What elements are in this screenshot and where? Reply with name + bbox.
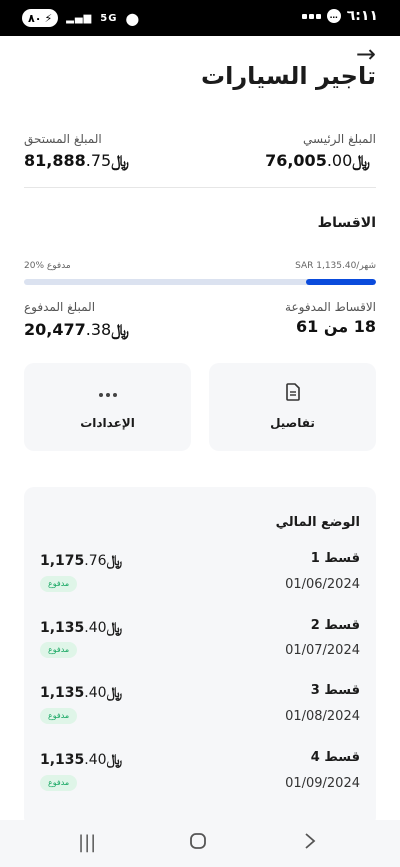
- status-bar: ٨٠ ⚡ ▂▄▆ 5G ● … ٦:١١: [0, 0, 400, 36]
- status-badge: مدفوع: [40, 775, 78, 791]
- due-amount: ﷼ 81,888.75: [24, 151, 135, 171]
- divider: [24, 187, 376, 188]
- signal-icon: ▂▄▆: [66, 12, 93, 24]
- due-label: المبلغ المستحق: [24, 132, 102, 146]
- installments-progress-bar: [24, 279, 376, 285]
- due-dec: .75: [85, 151, 112, 170]
- installments-title: الاقساط: [317, 215, 376, 231]
- system-nav-bar: |||: [0, 820, 400, 867]
- amount-int: 1,135: [40, 752, 85, 768]
- bolt-icon: ⚡: [44, 11, 53, 25]
- notification-dots-icon: [301, 13, 321, 19]
- amount-int: 1,135: [40, 620, 85, 636]
- recent-apps-icon[interactable]: |||: [78, 832, 96, 853]
- monthly-amount: SAR 1,135.40/شهر: [295, 261, 376, 271]
- battery-level: ٨٠: [28, 11, 42, 25]
- installment-date: 01/08/2024: [285, 709, 360, 724]
- more-dots-icon: [24, 383, 191, 402]
- installment-name: قسط 3: [310, 683, 360, 698]
- financial-title: الوضع المالي: [275, 515, 360, 530]
- clock: ٦:١١: [346, 8, 378, 24]
- paid-count-value: 18 من 61: [296, 317, 376, 336]
- amount-int: 1,175: [40, 553, 85, 569]
- document-icon: [209, 383, 376, 405]
- principal-dec: .00: [326, 151, 353, 170]
- installment-name: قسط 4: [310, 750, 360, 765]
- status-badge: مدفوع: [40, 576, 78, 592]
- currency-icon: ﷼: [352, 151, 370, 170]
- installment-date: 01/07/2024: [285, 643, 360, 658]
- paid-amount-label: المبلغ المدفوع: [24, 300, 96, 314]
- financial-status-panel: الوضع المالي قسط 1 01/06/2024 ﷼1,175.76 …: [24, 487, 376, 827]
- installment-amount: ﷼ 1,175.76: [40, 553, 128, 569]
- installment-amount: ﷼ 1,135.40: [40, 752, 128, 768]
- details-label: تفاصيل: [270, 416, 315, 430]
- home-icon[interactable]: [189, 832, 207, 855]
- settings-button[interactable]: الإعدادات: [24, 363, 191, 451]
- back-nav-icon[interactable]: [304, 832, 316, 855]
- amount-dec: .40: [84, 752, 107, 768]
- installment-amount: ﷼ 1,135.40: [40, 685, 128, 701]
- currency-icon: ﷼: [106, 752, 123, 768]
- installment-date: 01/06/2024: [285, 577, 360, 592]
- battery-indicator: ٨٠ ⚡: [22, 9, 59, 27]
- currency-icon: ﷼: [111, 320, 129, 339]
- installment-amount: ﷼ 1,135.40: [40, 620, 128, 636]
- status-badge: مدفوع: [40, 642, 78, 658]
- principal-amount: ﷼ 76,005.00: [265, 151, 376, 171]
- currency-icon: ﷼: [106, 553, 123, 569]
- progress-fill: [305, 279, 376, 285]
- settings-label: الإعدادات: [80, 416, 135, 430]
- paid-amount: ﷼ 20,477.38: [24, 320, 135, 340]
- currency-icon: ﷼: [111, 151, 129, 170]
- amount-dec: .76: [84, 553, 107, 569]
- location-icon: ●: [125, 8, 140, 28]
- status-badge: مدفوع: [40, 708, 78, 724]
- network-type: 5G: [100, 12, 118, 24]
- paid-amount-int: 20,477: [24, 320, 86, 339]
- currency-icon: ﷼: [106, 620, 123, 636]
- installment-name: قسط 1: [310, 551, 360, 566]
- details-button[interactable]: تفاصيل: [209, 363, 376, 451]
- paid-count-label: الاقساط المدفوعة: [285, 300, 376, 314]
- currency-icon: ﷼: [106, 685, 123, 701]
- status-right: … ٦:١١: [301, 8, 378, 24]
- amount-int: 1,135: [40, 685, 85, 701]
- paid-amount-dec: .38: [85, 320, 112, 339]
- installment-name: قسط 2: [310, 618, 360, 633]
- due-int: 81,888: [24, 151, 86, 170]
- paid-percent: 20% مدفوع: [24, 261, 71, 271]
- amount-dec: .40: [84, 685, 107, 701]
- principal-label: المبلغ الرئيسي: [302, 132, 376, 146]
- page-title: تاجير السيارات: [200, 62, 376, 90]
- chat-icon: …: [326, 9, 341, 23]
- status-left: ٨٠ ⚡ ▂▄▆ 5G ●: [22, 8, 140, 28]
- installment-date: 01/09/2024: [285, 776, 360, 791]
- amount-dec: .40: [84, 620, 107, 636]
- principal-int: 76,005: [265, 151, 327, 170]
